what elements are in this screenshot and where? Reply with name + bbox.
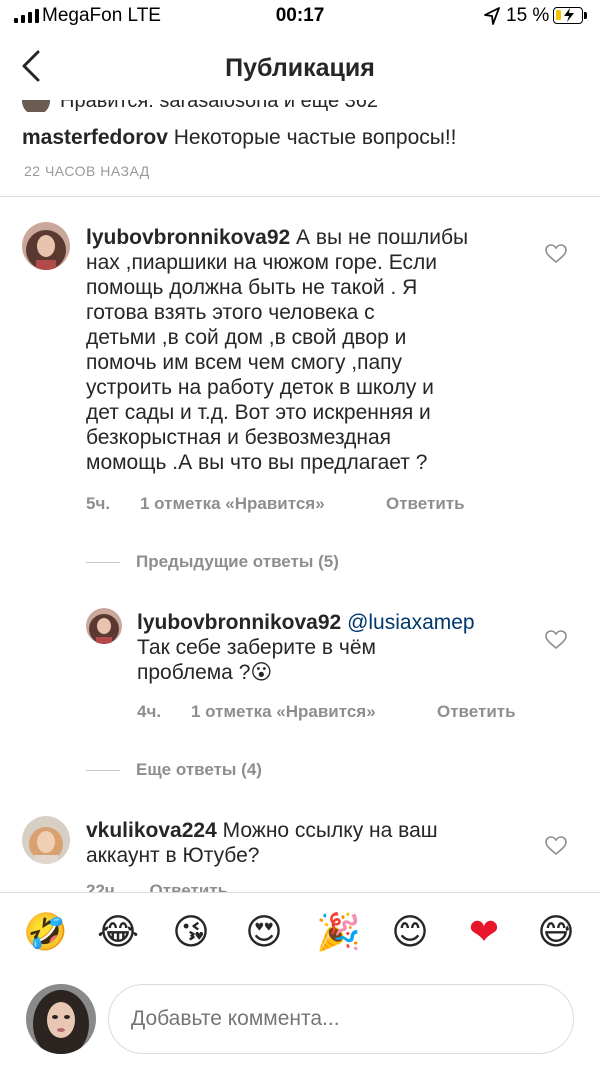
reply-button[interactable]: Ответить <box>437 702 516 722</box>
comment-input[interactable] <box>108 984 574 1054</box>
comment-text: lyubovbronnikova92 А вы не пошлибы нах ,… <box>86 226 469 474</box>
comment-meta: 5ч. 1 отметка «Нравится» Ответить <box>86 494 465 514</box>
caption-timestamp: 22 ЧАСОВ НАЗАД <box>24 163 150 179</box>
reply-username[interactable]: lyubovbronnikova92 <box>137 611 341 634</box>
emoji-quick-bar: 🤣 😂 😘 😍 🎉 😊 ❤ 😅 <box>0 892 600 978</box>
heart-outline-icon[interactable] <box>545 630 567 650</box>
nav-header: Публикация <box>0 34 600 100</box>
heart-outline-icon[interactable] <box>545 244 567 264</box>
battery-percent: 15 % <box>506 5 550 26</box>
avatar[interactable] <box>86 608 122 644</box>
avatar <box>26 984 96 1054</box>
heart-outline-icon[interactable] <box>545 836 567 856</box>
post-caption: masterfedorov Некоторые частые вопросы!! <box>22 124 457 152</box>
previous-replies-button[interactable]: Предыдущие ответы (5) <box>86 552 339 572</box>
comment-username[interactable]: lyubovbronnikova92 <box>86 226 290 249</box>
comment-meta: 22ч. Ответить <box>0 880 600 892</box>
likes-count-link[interactable]: 1 отметка «Нравится» <box>140 494 386 514</box>
likes-summary[interactable]: Нравится: sarasalosoha и еще 362 <box>0 100 600 112</box>
comment-input-row <box>0 978 600 1066</box>
likes-summary-text: Нравится: sarasalosoha и еще 362 <box>60 100 379 112</box>
mention-link[interactable]: @lusiaxamep <box>347 611 475 634</box>
status-bar: MegaFon LTE 00:17 15 % <box>0 0 600 34</box>
emoji-party[interactable]: 🎉 <box>316 913 361 953</box>
reply-meta: 4ч. 1 отметка «Нравится» Ответить <box>137 702 516 722</box>
avatar[interactable] <box>22 816 70 864</box>
comment-text: vkulikova224 Можно ссылку на ваш аккаунт… <box>86 819 438 867</box>
reply-button[interactable]: Ответить <box>150 881 229 892</box>
reply-button[interactable]: Ответить <box>386 494 465 514</box>
liker-avatar <box>22 100 50 112</box>
emoji-smile[interactable]: 😊 <box>390 913 430 953</box>
emoji-rofl[interactable]: 🤣 <box>23 913 68 953</box>
comment-username[interactable]: vkulikova224 <box>86 819 217 842</box>
page-title: Публикация <box>225 54 375 82</box>
caption-text: Некоторые частые вопросы!! <box>173 126 457 149</box>
caption-username[interactable]: masterfedorov <box>22 126 168 149</box>
more-replies-button[interactable]: Еще ответы (4) <box>86 760 262 780</box>
emoji-kiss[interactable]: 😘 <box>171 913 211 953</box>
battery-icon <box>553 7 583 24</box>
divider <box>0 196 600 197</box>
emoji-sweat-smile[interactable]: 😅 <box>536 913 576 953</box>
reply-text: lyubovbronnikova92 @lusiaxamep Так себе … <box>137 611 475 684</box>
emoji-heart-eyes[interactable]: 😍 <box>244 913 284 953</box>
emoji-joy[interactable]: 😂 <box>97 913 139 953</box>
comment-time: 5ч. <box>86 494 111 513</box>
reply-time: 4ч. <box>137 702 162 721</box>
likes-count-link[interactable]: 1 отметка «Нравится» <box>191 702 437 722</box>
comment-time: 22ч. <box>86 881 120 892</box>
emoji-heart[interactable]: ❤ <box>464 913 504 953</box>
location-arrow-icon <box>484 7 500 25</box>
avatar[interactable] <box>22 222 70 270</box>
